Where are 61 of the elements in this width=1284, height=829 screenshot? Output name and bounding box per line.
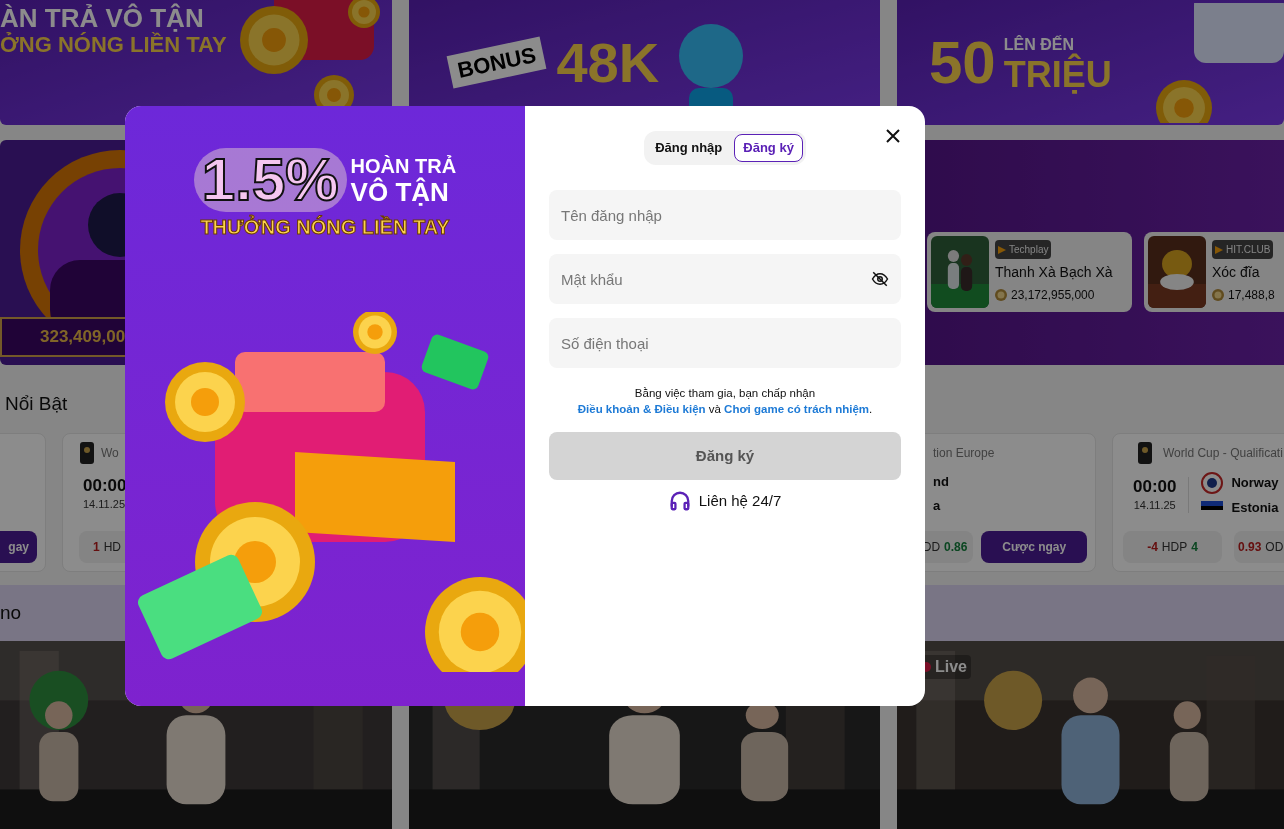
play-icon bbox=[1215, 245, 1223, 254]
terms-link[interactable]: Điều khoản & Điều kiện bbox=[577, 403, 706, 415]
eye-off-icon[interactable] bbox=[871, 270, 889, 288]
promo-tagline: THƯỞNG NÓNG LIỀN TAY bbox=[200, 214, 450, 240]
league-name: tion Europe bbox=[933, 445, 996, 462]
coin-icon bbox=[1212, 289, 1224, 301]
provider-name: Techplay bbox=[1009, 243, 1049, 257]
game-name: Thanh Xà Bạch Xà bbox=[995, 263, 1113, 282]
banner-tagline: ỞNG NÓNG LIỀN TAY bbox=[0, 32, 227, 58]
handicap-label: HD bbox=[103, 539, 122, 556]
game-card[interactable]: Techplay Thanh Xà Bạch Xà 23,172,955,000 bbox=[927, 232, 1132, 312]
club-crest-icon bbox=[1201, 472, 1224, 494]
odds-value: 0.86 bbox=[944, 539, 968, 556]
tab[interactable]: Đăng nhập bbox=[647, 134, 731, 162]
prize-prefix: LÊN ĐẾN bbox=[1003, 34, 1075, 53]
password-field[interactable]: Mật khẩu bbox=[549, 254, 901, 304]
coin-icon bbox=[995, 289, 1007, 301]
bet-button[interactable]: gay bbox=[0, 531, 37, 563]
promo-headline: HOÀN TRẢ bbox=[350, 154, 457, 177]
team-name: nd bbox=[933, 473, 950, 491]
league-name: Wo bbox=[101, 445, 119, 462]
section-title: Nổi Bật bbox=[5, 391, 68, 416]
team-name: Norway bbox=[1231, 474, 1279, 493]
odds-label: OD bbox=[1265, 539, 1284, 556]
team-name: Estonia bbox=[1231, 499, 1279, 517]
handicap-label: HDP bbox=[1161, 539, 1188, 556]
game-name: Xóc đĩa bbox=[1212, 263, 1260, 282]
bonus-amount: 48K bbox=[556, 29, 660, 96]
promo-headline: VÔ TẬN bbox=[350, 178, 450, 206]
headphones-icon bbox=[668, 490, 691, 513]
terms-text: Bằng việc tham gia, bạn chấp nhận Điều khoản & Điều kiện và Chơi game có trách nhiệm. bbox=[576, 386, 874, 417]
close-icon bbox=[886, 129, 900, 143]
jackpot-amount: 323,409,00 bbox=[40, 326, 126, 349]
game-card[interactable]: HIT.CLUB Xóc đĩa 17,488,8 bbox=[1144, 232, 1284, 312]
tab[interactable]: Đăng ký bbox=[734, 134, 803, 162]
match-time: 00:00 bbox=[1133, 476, 1177, 497]
handicap-value: 4 bbox=[1191, 539, 1198, 556]
odds-value: 0.93 bbox=[1238, 539, 1262, 556]
jackpot-amount: 23,172,955,000 bbox=[1011, 287, 1095, 304]
match-date: 14.11.25 bbox=[1133, 497, 1176, 513]
handicap-value: 1 bbox=[93, 539, 100, 556]
bonus-label: BONUS bbox=[446, 36, 547, 89]
match-time: 00:00 bbox=[83, 476, 127, 496]
support-link[interactable]: Liên hệ 24/7 bbox=[698, 490, 782, 513]
handicap-value: -4 bbox=[1147, 539, 1158, 556]
promo-rate: 1.5% bbox=[193, 148, 347, 212]
bet-button[interactable]: Cược ngay bbox=[981, 531, 1087, 563]
input-field[interactable]: Tên đăng nhập bbox=[549, 190, 901, 240]
team-name: a bbox=[933, 496, 942, 515]
league-name: World Cup - Qualificati bbox=[1163, 445, 1283, 462]
match-date: 14.11.25 bbox=[83, 497, 125, 512]
input-field[interactable]: Số điện thoại bbox=[549, 318, 901, 368]
trophy-icon bbox=[1137, 442, 1153, 464]
provider-name: HIT.CLUB bbox=[1226, 243, 1271, 257]
section-title: no bbox=[0, 600, 22, 625]
prize-amount: 50 bbox=[929, 27, 996, 98]
banner-headline: ÀN TRẢ VÔ TẬN bbox=[0, 4, 204, 32]
jackpot-amount: 17,488,8 bbox=[1228, 287, 1275, 304]
play-icon bbox=[998, 245, 1006, 254]
trophy-icon bbox=[79, 442, 95, 464]
live-label: Live bbox=[935, 657, 967, 677]
